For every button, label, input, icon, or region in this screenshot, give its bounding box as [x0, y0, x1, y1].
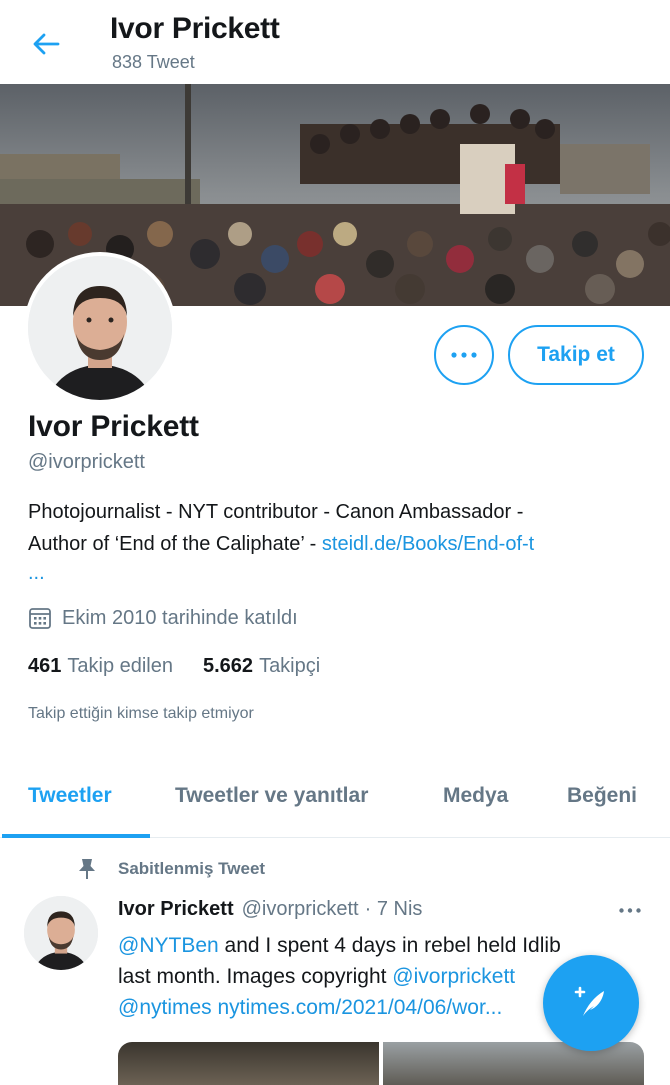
- compose-tweet-icon: [574, 986, 604, 1016]
- profile-tabs: Tweetler Tweetler ve yanıtlar Medya Beğe…: [0, 770, 670, 838]
- tweet-more-button[interactable]: [612, 898, 648, 922]
- mention-link[interactable]: @ivorprickett: [392, 965, 515, 988]
- tab-likes[interactable]: Beğeni: [567, 784, 637, 808]
- bio-link[interactable]: steidl.de/Books/End-of-t: [322, 533, 534, 555]
- profile-handle: @ivorprickett: [28, 451, 145, 473]
- article-link[interactable]: nytimes.com/2021/04/06/wor...: [212, 996, 503, 1019]
- more-icon: [451, 352, 477, 358]
- active-tab-indicator: [2, 834, 150, 838]
- following-count: 461: [28, 655, 62, 677]
- mention-link[interactable]: @NYTBen: [118, 934, 219, 957]
- followers-count: 5.662: [203, 655, 254, 677]
- profile-name: Ivor Prickett: [28, 410, 199, 443]
- page-title: Ivor Prickett: [110, 12, 280, 45]
- tweet-line-1-text: and I spent 4 days in rebel held Idlib: [218, 934, 561, 957]
- bio-text: Author of ‘End of the Caliphate’ -: [28, 533, 322, 555]
- top-bar: Ivor Prickett 838 Tweet: [0, 0, 670, 84]
- tweet-media[interactable]: [118, 1042, 644, 1085]
- tab-tweets-and-replies[interactable]: Tweetler ve yanıtlar: [175, 784, 368, 808]
- tab-media[interactable]: Medya: [443, 784, 508, 808]
- profile-bio: Photojournalist - NYT contributor - Cano…: [28, 496, 648, 560]
- mutual-followers-note: Takip ettiğin kimse takip etmiyor: [28, 705, 254, 722]
- bio-more-link[interactable]: ...: [28, 562, 45, 585]
- back-arrow-icon: [33, 33, 60, 55]
- tweet-count: 838 Tweet: [112, 52, 195, 72]
- bio-line-1: Photojournalist - NYT contributor - Cano…: [28, 501, 524, 523]
- pin-icon: [79, 859, 95, 879]
- tab-tweets[interactable]: Tweetler: [28, 784, 112, 808]
- mention-link[interactable]: @nytimes: [118, 996, 212, 1019]
- tweet-line-1: @NYTBen and I spent 4 days in rebel held…: [118, 930, 638, 961]
- pinned-tweet-label: Sabitlenmiş Tweet: [78, 858, 265, 880]
- more-icon: [619, 907, 641, 913]
- join-date-text: Ekim 2010 tarihinde katıldı: [62, 606, 298, 629]
- profile-stats: 461 Takip edilen 5.662 Takipçi: [28, 655, 350, 678]
- profile-avatar[interactable]: [24, 252, 176, 404]
- calendar-icon: [29, 608, 51, 629]
- media-image-1[interactable]: [118, 1042, 379, 1085]
- tweet-avatar[interactable]: [24, 896, 98, 970]
- followers-stat[interactable]: 5.662 Takipçi: [203, 655, 320, 678]
- follow-button[interactable]: Takip et: [508, 325, 644, 385]
- pinned-text: Sabitlenmiş Tweet: [118, 859, 266, 878]
- tweet-time[interactable]: · 7 Nis: [365, 898, 423, 921]
- followers-label: Takipçi: [259, 655, 321, 677]
- tweet-author[interactable]: Ivor Prickett: [118, 898, 234, 921]
- back-button[interactable]: [28, 26, 64, 62]
- tweet-handle[interactable]: @ivorprickett: [242, 898, 359, 921]
- tweet-line-2-text: last month. Images copyright: [118, 965, 393, 988]
- tweet-header: Ivor Prickett @ivorprickett · 7 Nis: [118, 898, 422, 921]
- bio-line-2: Author of ‘End of the Caliphate’ - steid…: [28, 528, 648, 560]
- more-options-button[interactable]: [434, 325, 494, 385]
- compose-tweet-button[interactable]: [543, 955, 639, 1051]
- following-stat[interactable]: 461 Takip edilen: [28, 655, 173, 678]
- following-label: Takip edilen: [67, 655, 173, 677]
- join-date: Ekim 2010 tarihinde katıldı: [28, 606, 298, 630]
